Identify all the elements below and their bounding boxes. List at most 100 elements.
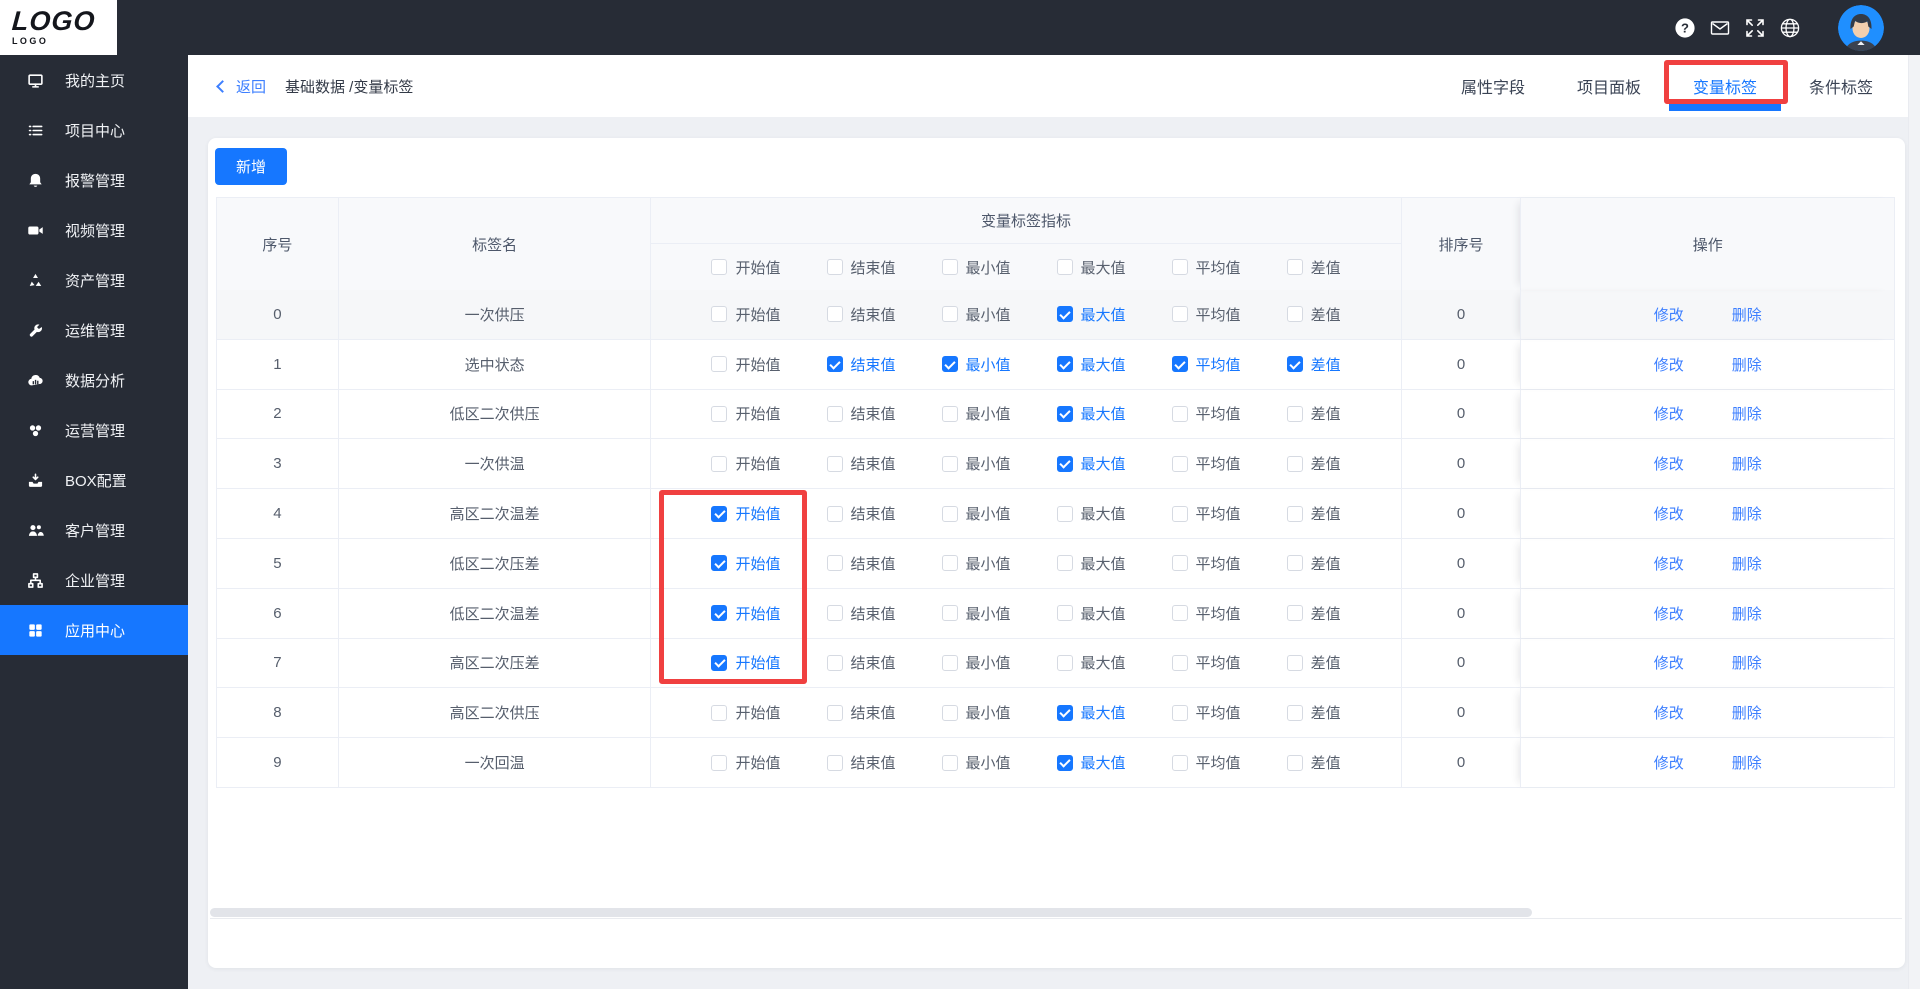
checkbox-icon[interactable] xyxy=(1171,455,1188,472)
checkbox-icon[interactable] xyxy=(711,306,728,323)
checkbox-icon[interactable] xyxy=(826,505,843,522)
sidebar-item-3[interactable]: 视频管理 xyxy=(0,205,188,255)
checkbox-icon[interactable] xyxy=(941,555,958,572)
checkbox-icon[interactable] xyxy=(711,704,728,721)
delete-link[interactable]: 删除 xyxy=(1732,304,1762,325)
checkbox-icon[interactable] xyxy=(1286,654,1303,671)
checkbox-icon[interactable] xyxy=(826,555,843,572)
checkbox-icon[interactable] xyxy=(1286,505,1303,522)
checkbox-checked-icon[interactable] xyxy=(1056,754,1073,771)
checkbox-icon[interactable] xyxy=(941,605,958,622)
checkbox-icon[interactable] xyxy=(941,654,958,671)
checkbox-icon[interactable] xyxy=(1171,306,1188,323)
checkbox-icon[interactable] xyxy=(1171,555,1188,572)
help-icon[interactable]: ? xyxy=(1674,17,1696,39)
sidebar-item-9[interactable]: 客户管理 xyxy=(0,505,188,555)
delete-link[interactable]: 删除 xyxy=(1732,503,1762,524)
checkbox-icon[interactable] xyxy=(941,306,958,323)
checkbox-icon[interactable] xyxy=(1286,455,1303,472)
delete-link[interactable]: 删除 xyxy=(1732,702,1762,723)
checkbox-icon[interactable] xyxy=(1171,654,1188,671)
sidebar-item-1[interactable]: 项目中心 xyxy=(0,105,188,155)
delete-link[interactable]: 删除 xyxy=(1732,603,1762,624)
checkbox-icon[interactable] xyxy=(1056,654,1073,671)
checkbox-icon[interactable] xyxy=(711,405,728,422)
checkbox-icon[interactable] xyxy=(1286,306,1303,323)
checkbox-icon[interactable] xyxy=(941,455,958,472)
checkbox-icon[interactable] xyxy=(1286,259,1303,275)
modify-link[interactable]: 修改 xyxy=(1654,603,1684,624)
mail-icon[interactable] xyxy=(1709,17,1731,39)
delete-link[interactable]: 删除 xyxy=(1732,652,1762,673)
checkbox-icon[interactable] xyxy=(941,405,958,422)
modify-link[interactable]: 修改 xyxy=(1654,354,1684,375)
modify-link[interactable]: 修改 xyxy=(1654,503,1684,524)
checkbox-icon[interactable] xyxy=(826,259,843,275)
checkbox-checked-icon[interactable] xyxy=(941,356,958,373)
checkbox-icon[interactable] xyxy=(826,605,843,622)
checkbox-checked-icon[interactable] xyxy=(1056,704,1073,721)
sidebar-item-6[interactable]: 数据分析 xyxy=(0,355,188,405)
checkbox-icon[interactable] xyxy=(941,505,958,522)
checkbox-checked-icon[interactable] xyxy=(1286,356,1303,373)
checkbox-icon[interactable] xyxy=(711,259,728,275)
modify-link[interactable]: 修改 xyxy=(1654,403,1684,424)
checkbox-icon[interactable] xyxy=(1171,704,1188,721)
checkbox-icon[interactable] xyxy=(1171,405,1188,422)
delete-link[interactable]: 删除 xyxy=(1732,403,1762,424)
checkbox-icon[interactable] xyxy=(1286,405,1303,422)
sidebar-item-2[interactable]: 报警管理 xyxy=(0,155,188,205)
checkbox-icon[interactable] xyxy=(1286,704,1303,721)
horizontal-scrollbar-thumb[interactable] xyxy=(210,908,1532,917)
checkbox-checked-icon[interactable] xyxy=(1056,356,1073,373)
checkbox-icon[interactable] xyxy=(1286,555,1303,572)
checkbox-checked-icon[interactable] xyxy=(711,555,728,572)
modify-link[interactable]: 修改 xyxy=(1654,702,1684,723)
checkbox-checked-icon[interactable] xyxy=(1056,405,1073,422)
modify-link[interactable]: 修改 xyxy=(1654,752,1684,773)
sidebar-item-8[interactable]: BOX配置 xyxy=(0,455,188,505)
checkbox-checked-icon[interactable] xyxy=(1171,356,1188,373)
sidebar-item-5[interactable]: 运维管理 xyxy=(0,305,188,355)
delete-link[interactable]: 删除 xyxy=(1732,752,1762,773)
checkbox-icon[interactable] xyxy=(1056,505,1073,522)
checkbox-icon[interactable] xyxy=(941,704,958,721)
back-button[interactable]: 返回 xyxy=(216,55,266,117)
sidebar-item-0[interactable]: 我的主页 xyxy=(0,55,188,105)
delete-link[interactable]: 删除 xyxy=(1732,453,1762,474)
tab-2[interactable]: 变量标签 xyxy=(1693,74,1757,98)
checkbox-icon[interactable] xyxy=(941,754,958,771)
checkbox-icon[interactable] xyxy=(826,405,843,422)
globe-icon[interactable] xyxy=(1779,17,1801,39)
checkbox-checked-icon[interactable] xyxy=(1056,306,1073,323)
checkbox-icon[interactable] xyxy=(711,455,728,472)
checkbox-checked-icon[interactable] xyxy=(826,356,843,373)
checkbox-icon[interactable] xyxy=(941,259,958,275)
checkbox-checked-icon[interactable] xyxy=(711,654,728,671)
modify-link[interactable]: 修改 xyxy=(1654,453,1684,474)
modify-link[interactable]: 修改 xyxy=(1654,553,1684,574)
delete-link[interactable]: 删除 xyxy=(1732,354,1762,375)
delete-link[interactable]: 删除 xyxy=(1732,553,1762,574)
checkbox-checked-icon[interactable] xyxy=(1056,455,1073,472)
checkbox-icon[interactable] xyxy=(1171,754,1188,771)
checkbox-icon[interactable] xyxy=(1056,605,1073,622)
checkbox-icon[interactable] xyxy=(1171,605,1188,622)
sidebar-item-7[interactable]: 运营管理 xyxy=(0,405,188,455)
checkbox-icon[interactable] xyxy=(711,754,728,771)
tab-1[interactable]: 项目面板 xyxy=(1577,74,1641,98)
checkbox-icon[interactable] xyxy=(1056,555,1073,572)
sidebar-item-4[interactable]: 资产管理 xyxy=(0,255,188,305)
checkbox-icon[interactable] xyxy=(826,306,843,323)
vertical-scrollbar-track[interactable] xyxy=(1908,55,1920,989)
checkbox-icon[interactable] xyxy=(1171,505,1188,522)
checkbox-icon[interactable] xyxy=(826,455,843,472)
checkbox-checked-icon[interactable] xyxy=(711,505,728,522)
checkbox-icon[interactable] xyxy=(826,654,843,671)
fullscreen-icon[interactable] xyxy=(1744,17,1766,39)
checkbox-icon[interactable] xyxy=(826,704,843,721)
checkbox-icon[interactable] xyxy=(1286,605,1303,622)
sidebar-item-11[interactable]: 应用中心 xyxy=(0,605,188,655)
modify-link[interactable]: 修改 xyxy=(1654,652,1684,673)
checkbox-icon[interactable] xyxy=(1171,259,1188,275)
